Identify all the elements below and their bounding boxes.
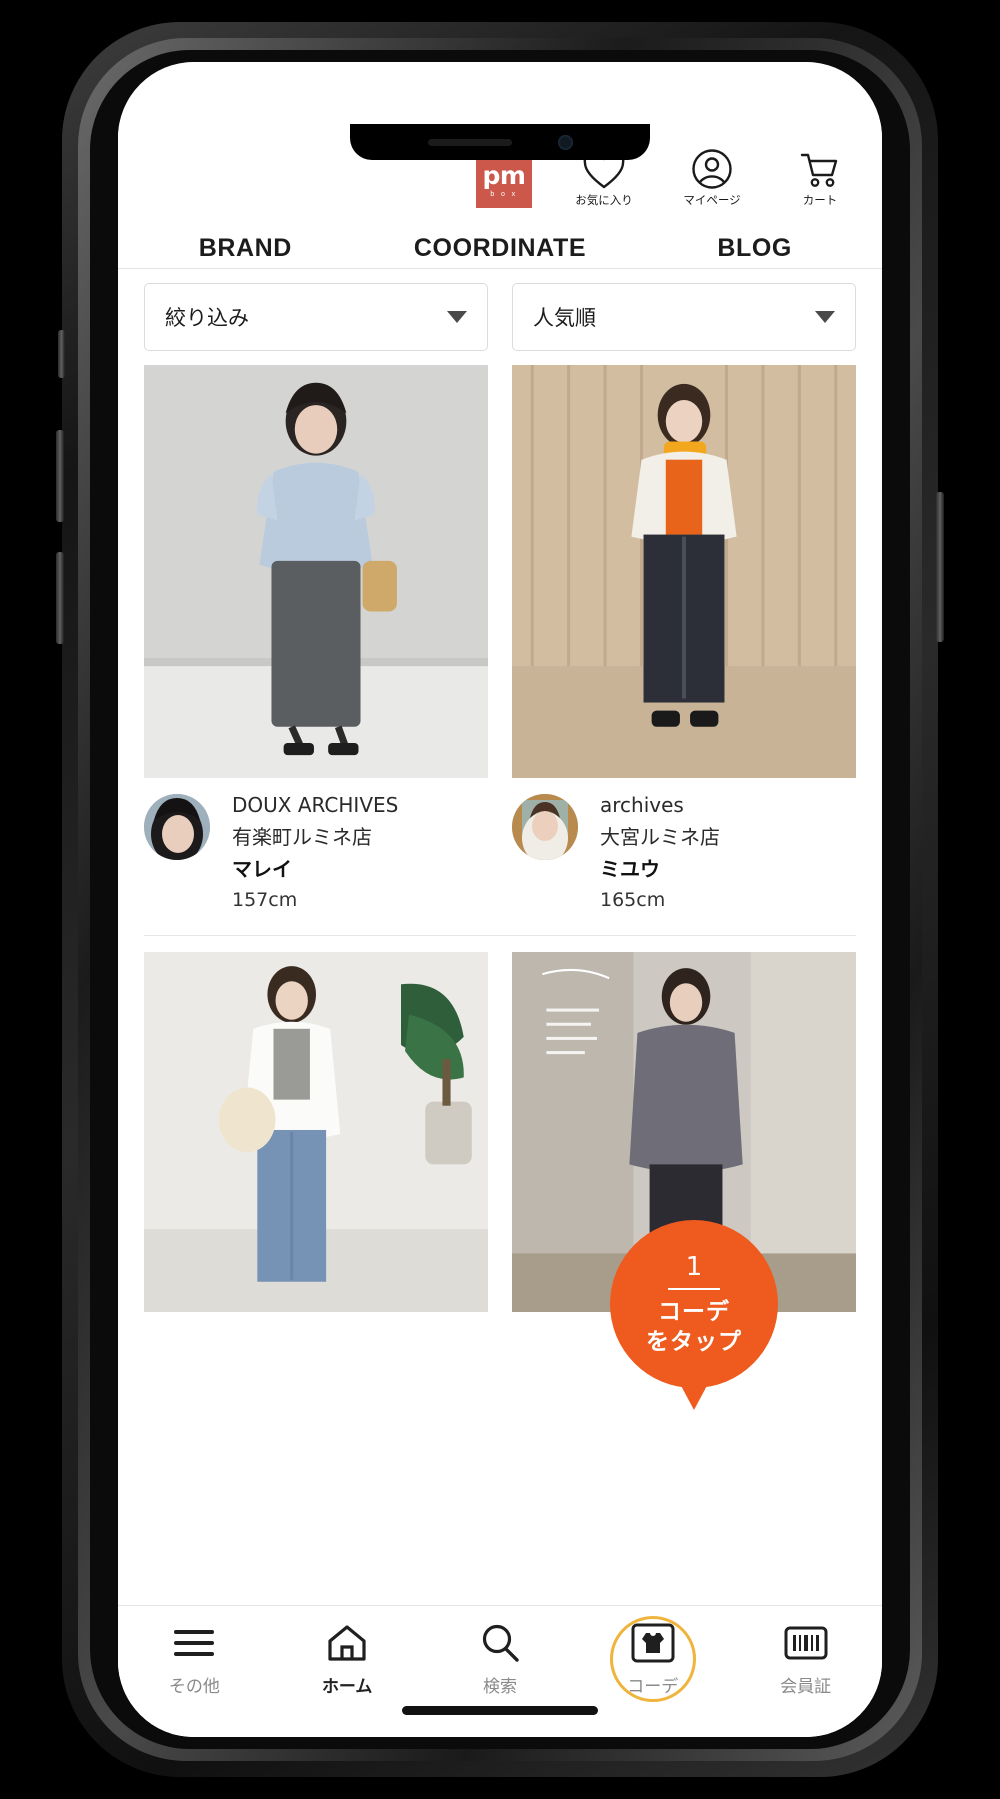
favorite-button[interactable]: お気に入り	[568, 152, 640, 208]
home-indicator[interactable]	[402, 1706, 598, 1715]
model-name: ミユウ	[600, 857, 660, 881]
refine-dropdown[interactable]: 絞り込み	[144, 283, 488, 351]
nav-label-search: 検索	[482, 1677, 517, 1697]
sort-label: 人気順	[533, 306, 596, 330]
bottom-nav: その他 ホーム 検索 コーデ 会員証	[118, 1605, 882, 1737]
model-height: 157cm	[232, 889, 298, 911]
model-name: マレイ	[232, 857, 292, 881]
cart-label: カート	[802, 193, 838, 207]
menu-icon	[172, 1620, 216, 1666]
photo-art	[144, 952, 488, 1313]
front-camera	[557, 134, 573, 150]
callout-line-1: コーデ	[658, 1299, 730, 1326]
coordinate-photo[interactable]	[144, 952, 488, 1313]
nav-item-home[interactable]: ホーム	[271, 1620, 424, 1697]
volume-down-button[interactable]	[56, 552, 64, 644]
home-icon	[325, 1620, 369, 1666]
coordinate-card[interactable]: archives 大宮ルミネ店 ミユウ 165cm	[512, 365, 856, 915]
mypage-icon	[691, 148, 733, 190]
nav-item-search[interactable]: 検索	[424, 1620, 577, 1697]
refine-label: 絞り込み	[165, 306, 249, 330]
coordinate-grid: DOUX ARCHIVES 有楽町ルミネ店 マレイ 157cm archives…	[118, 365, 882, 1737]
power-button[interactable]	[936, 492, 944, 642]
chevron-down-icon	[815, 311, 835, 323]
pmbox-logo[interactable]: pm b o x	[476, 152, 532, 208]
phone-screen: pm b o x お気に入り マイページ カート BRAND COORDINAT…	[118, 62, 882, 1737]
grid-row-divider	[144, 935, 856, 937]
membership-card-icon	[783, 1620, 829, 1666]
logo-text: pm	[482, 160, 526, 190]
avatar[interactable]	[144, 794, 210, 860]
callout-pointer	[678, 1380, 710, 1410]
mypage-button[interactable]: マイページ	[676, 148, 748, 208]
mypage-label: マイページ	[683, 193, 741, 207]
photo-art	[512, 365, 856, 778]
store-name: 有楽町ルミネ店	[232, 825, 372, 849]
coordinate-card[interactable]: DOUX ARCHIVES 有楽町ルミネ店 マレイ 157cm	[144, 365, 488, 915]
store-name: 大宮ルミネ店	[600, 825, 720, 849]
search-icon	[478, 1620, 522, 1666]
nav-label-other: その他	[168, 1677, 220, 1697]
nav-item-membership[interactable]: 会員証	[729, 1620, 882, 1697]
callout-step-number: 1	[668, 1251, 720, 1291]
app-header: pm b o x お気に入り マイページ カート BRAND COORDINAT…	[118, 62, 882, 284]
brand-name: archives	[600, 793, 684, 817]
nav-label-home: ホーム	[321, 1677, 373, 1697]
avatar[interactable]	[512, 794, 578, 860]
coordinate-card[interactable]	[144, 952, 488, 1313]
coordinate-meta: archives 大宮ルミネ店 ミユウ 165cm	[512, 778, 856, 915]
chevron-down-icon	[447, 311, 467, 323]
photo-art	[144, 365, 488, 778]
nav-item-coordinate[interactable]: コーデ	[576, 1616, 729, 1702]
tutorial-callout: 1 コーデ をタップ	[610, 1220, 778, 1410]
favorite-label: お気に入り	[575, 193, 633, 207]
cart-button[interactable]: カート	[784, 150, 856, 208]
volume-up-button[interactable]	[56, 430, 64, 522]
callout-line-2: をタップ	[646, 1328, 742, 1355]
nav-item-other[interactable]: その他	[118, 1620, 271, 1697]
coordinate-photo[interactable]	[512, 365, 856, 778]
sort-dropdown[interactable]: 人気順	[512, 283, 856, 351]
model-height: 165cm	[600, 889, 666, 911]
logo-subtext: b o x	[490, 190, 518, 198]
earpiece-speaker	[427, 138, 512, 146]
screenshot-root: pm b o x お気に入り マイページ カート BRAND COORDINAT…	[0, 0, 1000, 1799]
silent-switch[interactable]	[58, 330, 65, 378]
highlight-ring	[609, 1616, 696, 1702]
nav-label-membership: 会員証	[780, 1677, 832, 1697]
filter-row: 絞り込み 人気順	[118, 269, 882, 365]
cart-icon	[799, 150, 841, 190]
coordinate-meta: DOUX ARCHIVES 有楽町ルミネ店 マレイ 157cm	[144, 778, 488, 915]
coordinate-photo[interactable]	[144, 365, 488, 778]
brand-name: DOUX ARCHIVES	[232, 793, 399, 817]
device-notch	[350, 124, 650, 160]
